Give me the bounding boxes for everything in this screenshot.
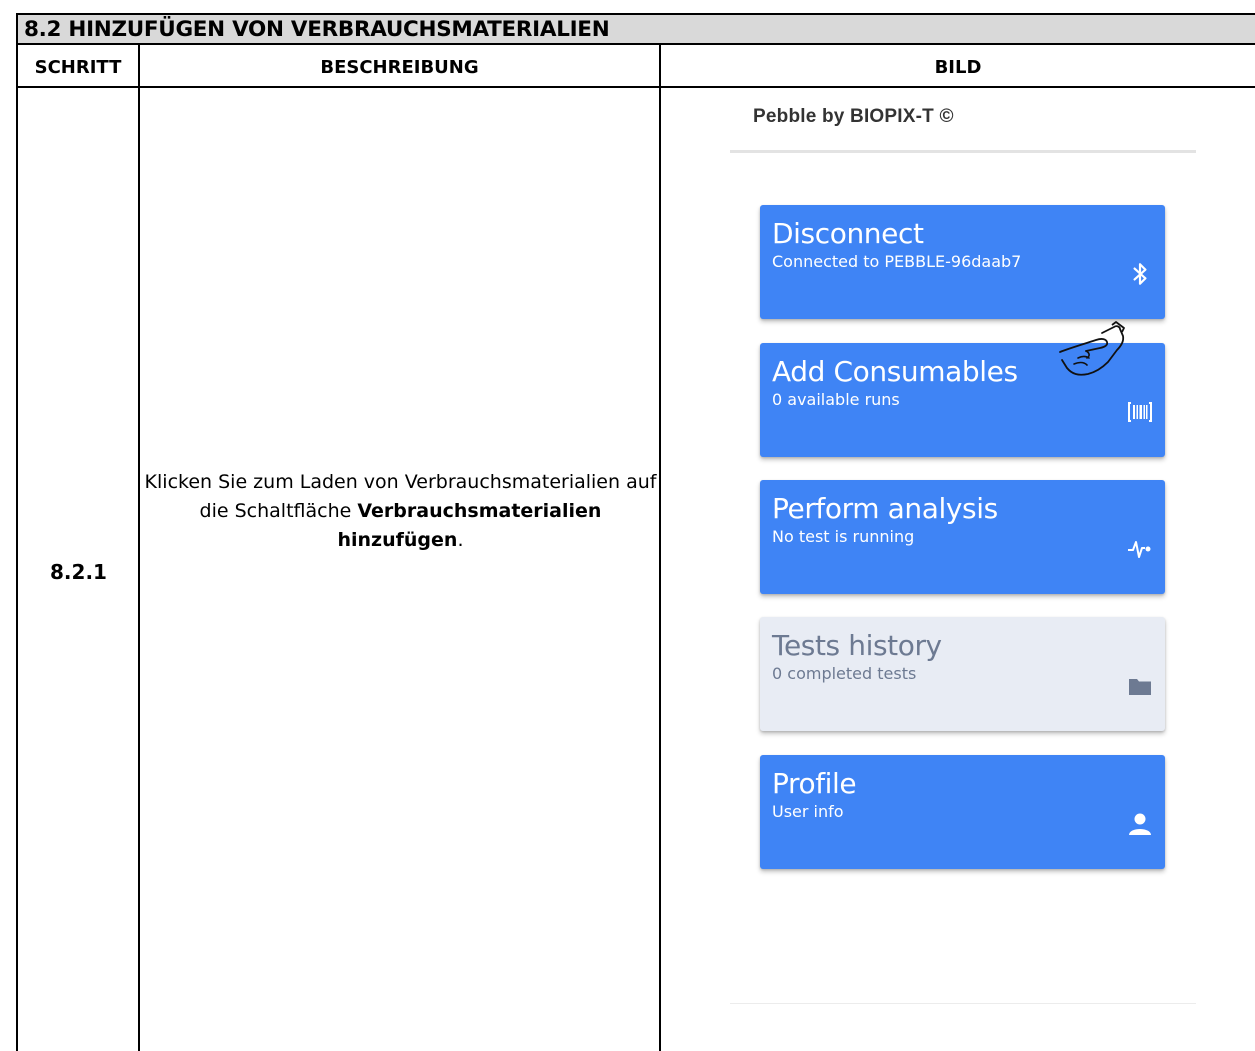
table-divider-1 <box>138 45 140 1051</box>
app-bar-divider <box>730 150 1196 153</box>
tests-history-card[interactable]: Tests history 0 completed tests <box>760 617 1165 731</box>
person-icon <box>1129 813 1151 835</box>
card-subtitle: 0 available runs <box>772 390 900 409</box>
column-header-step: SCHRITT <box>34 57 122 78</box>
disconnect-card[interactable]: Disconnect Connected to PEBBLE-96daab7 <box>760 205 1165 319</box>
card-title: Add Consumables <box>772 355 1018 388</box>
card-title: Tests history <box>772 629 942 662</box>
card-subtitle: User info <box>772 802 844 821</box>
profile-card[interactable]: Profile User info <box>760 755 1165 869</box>
column-header-description: BESCHREIBUNG <box>320 57 479 78</box>
app-bottom-divider <box>730 1003 1196 1004</box>
pulse-icon <box>1128 541 1151 558</box>
card-subtitle: Connected to PEBBLE-96daab7 <box>772 252 1022 271</box>
table-border-left <box>16 45 18 1051</box>
step-description: Klicken Sie zum Laden von Verbrauchsmate… <box>141 468 660 555</box>
card-title: Perform analysis <box>772 492 998 525</box>
card-title: Profile <box>772 767 857 800</box>
bluetooth-icon <box>1133 263 1147 285</box>
app-title: Pebble by BIOPIX-T © <box>753 106 954 127</box>
hand-pointer-icon <box>1059 321 1125 376</box>
section-title: 8.2 HINZUFÜGEN VON VERBRAUCHSMATERIALIEN <box>24 17 610 42</box>
card-subtitle: 0 completed tests <box>772 664 917 683</box>
description-end: . <box>457 529 464 551</box>
folder-icon <box>1129 679 1151 695</box>
card-title: Disconnect <box>772 217 924 250</box>
step-number: 8.2.1 <box>50 560 107 584</box>
barcode-icon <box>1128 402 1152 422</box>
section-header: 8.2 HINZUFÜGEN VON VERBRAUCHSMATERIALIEN <box>16 13 1255 45</box>
description-bold-label: Verbrauchsmaterialien hinzufügen <box>337 500 602 551</box>
perform-analysis-card[interactable]: Perform analysis No test is running <box>760 480 1165 594</box>
header-row-divider <box>16 86 1255 88</box>
card-subtitle: No test is running <box>772 527 915 546</box>
document-page: 8.2 HINZUFÜGEN VON VERBRAUCHSMATERIALIEN… <box>0 0 1255 1051</box>
column-header-image: BILD <box>934 57 982 78</box>
